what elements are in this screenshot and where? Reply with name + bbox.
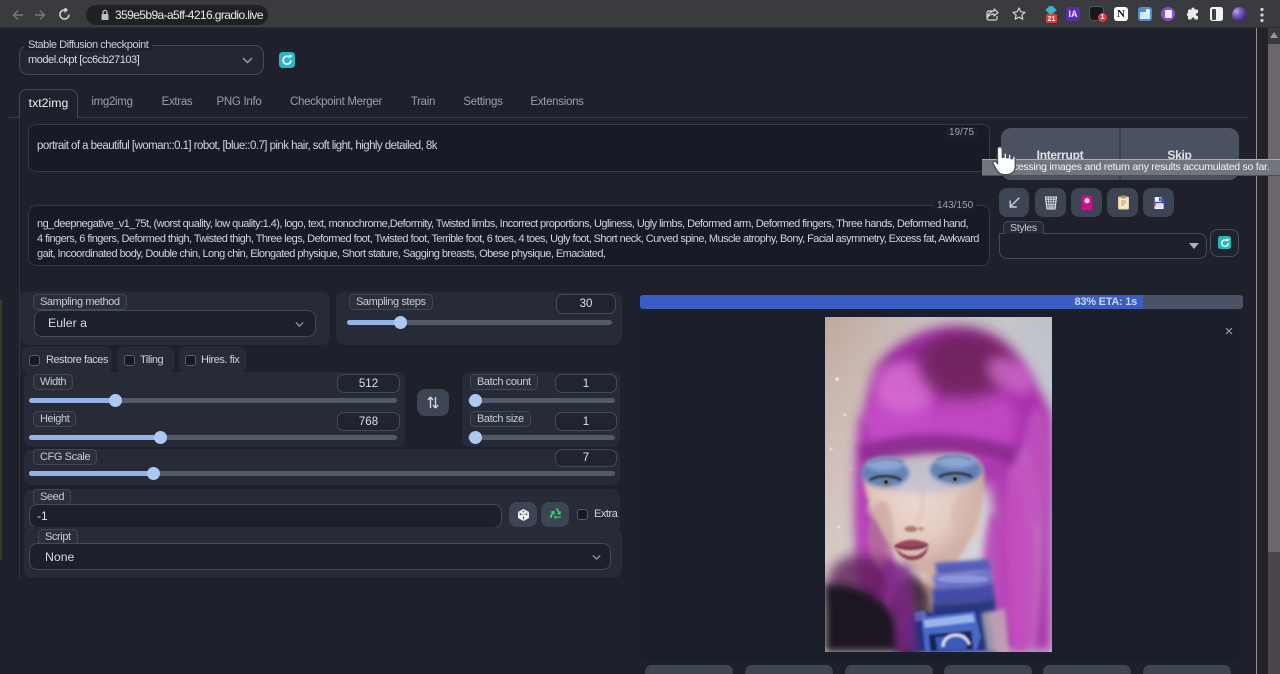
svg-text:21: 21 — [1048, 16, 1056, 23]
